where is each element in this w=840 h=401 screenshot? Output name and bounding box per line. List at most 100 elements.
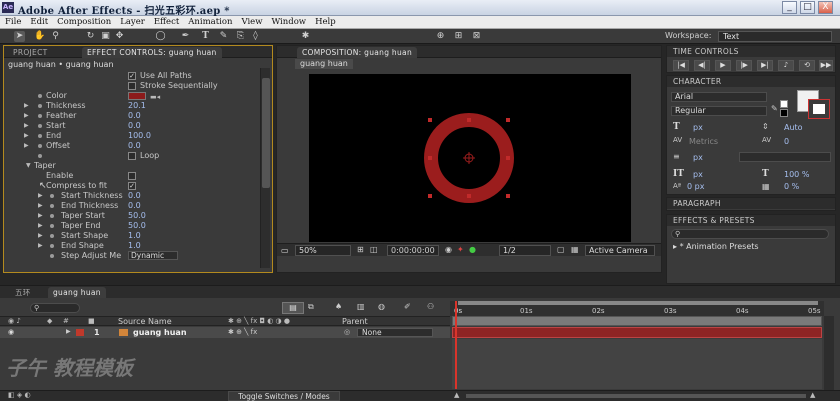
- stopwatch-icon[interactable]: [50, 204, 54, 208]
- expand-triangle-icon[interactable]: ▶: [38, 211, 46, 221]
- stroke-width-unit[interactable]: px: [693, 153, 703, 162]
- expand-triangle-icon[interactable]: ▶: [24, 131, 32, 141]
- menu-layer[interactable]: Layer: [120, 17, 145, 27]
- compress-checkbox[interactable]: ✓: [128, 182, 136, 190]
- collapse-triangle-icon[interactable]: ▼: [26, 161, 34, 171]
- pen-tool-icon[interactable]: ✒: [180, 31, 191, 42]
- menu-effect[interactable]: Effect: [154, 17, 179, 27]
- timeline-search-input[interactable]: ⚲: [30, 303, 80, 313]
- resolution-select[interactable]: 1/2: [499, 245, 551, 256]
- stopwatch-icon[interactable]: [38, 114, 42, 118]
- rotate-tool-icon[interactable]: ↻: [85, 31, 96, 42]
- first-frame-button[interactable]: |◀: [673, 60, 689, 71]
- black-swatch[interactable]: [780, 109, 788, 117]
- effects-search-input[interactable]: ⚲: [671, 229, 829, 239]
- puppet-tool-icon[interactable]: ✱: [300, 31, 311, 42]
- minimize-button[interactable]: _: [782, 1, 797, 14]
- zoom-select[interactable]: 50%: [295, 245, 351, 256]
- expand-triangle-icon[interactable]: ▶: [38, 201, 46, 211]
- shape-tool-icon[interactable]: ◯: [155, 31, 166, 42]
- tab-comp-wuhuan[interactable]: 五环: [10, 287, 36, 298]
- expand-triangle-icon[interactable]: ▶: [38, 191, 46, 201]
- work-area-bar[interactable]: [458, 301, 818, 305]
- type-tool-icon[interactable]: T: [200, 31, 211, 42]
- zoom-in-icon[interactable]: ▲: [810, 391, 815, 399]
- play-button[interactable]: ▶: [715, 60, 731, 71]
- snapshot-icon[interactable]: ◉: [445, 245, 452, 254]
- stopwatch-icon[interactable]: [38, 94, 42, 98]
- close-button[interactable]: X: [818, 1, 833, 14]
- grid-icon[interactable]: ⊞: [357, 245, 364, 254]
- font-size-unit[interactable]: px: [693, 123, 703, 132]
- vert-scale-value[interactable]: 100 %: [784, 170, 809, 179]
- region-icon[interactable]: ▢: [557, 245, 565, 254]
- menu-window[interactable]: Window: [271, 17, 306, 27]
- shy-layers-icon[interactable]: ♠: [335, 302, 342, 311]
- layer-switches-icon[interactable]: ✱ ⊕ ╲ fx: [228, 328, 257, 336]
- layer-duration-bar[interactable]: [452, 327, 822, 338]
- start-thickness-value[interactable]: 0.0: [128, 191, 141, 201]
- hand-tool-icon[interactable]: ✋: [34, 31, 45, 42]
- enable-checkbox[interactable]: [128, 172, 136, 180]
- stopwatch-icon[interactable]: [50, 234, 54, 238]
- step-adjust-select[interactable]: Dynamic: [128, 251, 178, 260]
- comp-viewer[interactable]: [309, 74, 631, 242]
- menu-composition[interactable]: Composition: [57, 17, 111, 27]
- tab-comp-guanghuan[interactable]: guang huan: [48, 287, 106, 298]
- graph-editor-icon[interactable]: ✐: [404, 302, 411, 311]
- color-channel-icon[interactable]: ●: [469, 245, 476, 254]
- timeline-vscrollbar[interactable]: [824, 316, 834, 391]
- loop-checkbox[interactable]: [128, 152, 136, 160]
- leading-value[interactable]: Auto: [784, 123, 803, 132]
- clone-tool-icon[interactable]: ⎘: [235, 31, 246, 42]
- frame-blending-icon[interactable]: ▥: [357, 302, 365, 311]
- comp-subtab[interactable]: guang huan: [295, 59, 353, 69]
- expand-triangle-icon[interactable]: ▶: [24, 101, 32, 111]
- start-shape-value[interactable]: 1.0: [128, 231, 141, 241]
- brush-tool-icon[interactable]: ✎: [218, 31, 229, 42]
- stopwatch-icon[interactable]: [50, 244, 54, 248]
- tracking-value[interactable]: 0: [784, 137, 789, 146]
- baseline-value[interactable]: 0 px: [687, 182, 704, 191]
- brainstorm-icon[interactable]: ⚇: [427, 302, 434, 311]
- timecode-field[interactable]: 0:00:00:00: [387, 245, 439, 256]
- channels-icon[interactable]: ✦: [457, 245, 464, 254]
- stroke-style-select[interactable]: [739, 152, 831, 162]
- end-thickness-value[interactable]: 0.0: [128, 201, 141, 211]
- feather-value[interactable]: 0.0: [128, 111, 141, 121]
- stopwatch-icon[interactable]: [50, 214, 54, 218]
- next-frame-button[interactable]: |▶: [736, 60, 752, 71]
- footer-icons[interactable]: ◧ ◈ ◐: [8, 391, 31, 399]
- expand-triangle-icon[interactable]: ▶: [24, 121, 32, 131]
- eye-icon[interactable]: ◉: [8, 328, 14, 336]
- end-shape-value[interactable]: 1.0: [128, 241, 141, 251]
- start-value[interactable]: 0.0: [128, 121, 141, 131]
- expand-triangle-icon[interactable]: ▶: [24, 111, 32, 121]
- tab-composition[interactable]: COMPOSITION: guang huan: [297, 47, 417, 58]
- label-color-swatch[interactable]: [76, 329, 84, 336]
- parent-select[interactable]: None: [357, 328, 433, 337]
- draft-3d-icon[interactable]: ⧉: [308, 302, 314, 312]
- kerning-value[interactable]: Metrics: [689, 137, 718, 146]
- stopwatch-icon[interactable]: [38, 104, 42, 108]
- zoom-out-icon[interactable]: ▲: [454, 391, 459, 399]
- eyedropper-icon[interactable]: ✎: [771, 104, 778, 113]
- white-swatch[interactable]: [780, 100, 788, 108]
- stopwatch-icon[interactable]: [38, 144, 42, 148]
- fx-scrollbar[interactable]: [260, 68, 270, 268]
- stroke-seq-checkbox[interactable]: [128, 82, 136, 90]
- paragraph-header[interactable]: PARAGRAPH: [667, 198, 835, 209]
- stopwatch-icon[interactable]: [50, 224, 54, 228]
- taper-start-value[interactable]: 50.0: [128, 211, 146, 221]
- thickness-value[interactable]: 20.1: [128, 101, 146, 111]
- time-ruler[interactable]: 0s 01s 02s 03s 04s 05s: [450, 301, 824, 316]
- animation-presets-item[interactable]: ▸ * Animation Presets: [673, 242, 759, 251]
- tsume-value[interactable]: 0 %: [784, 182, 799, 191]
- end-value[interactable]: 100.0: [128, 131, 151, 141]
- ring-layer[interactable]: [309, 74, 631, 242]
- timeline-graph-area[interactable]: [452, 339, 822, 389]
- pan-behind-tool-icon[interactable]: ✥: [114, 31, 125, 42]
- loop-button[interactable]: ⟲: [799, 60, 815, 71]
- stopwatch-icon[interactable]: [38, 124, 42, 128]
- camera-select[interactable]: Active Camera: [585, 245, 655, 256]
